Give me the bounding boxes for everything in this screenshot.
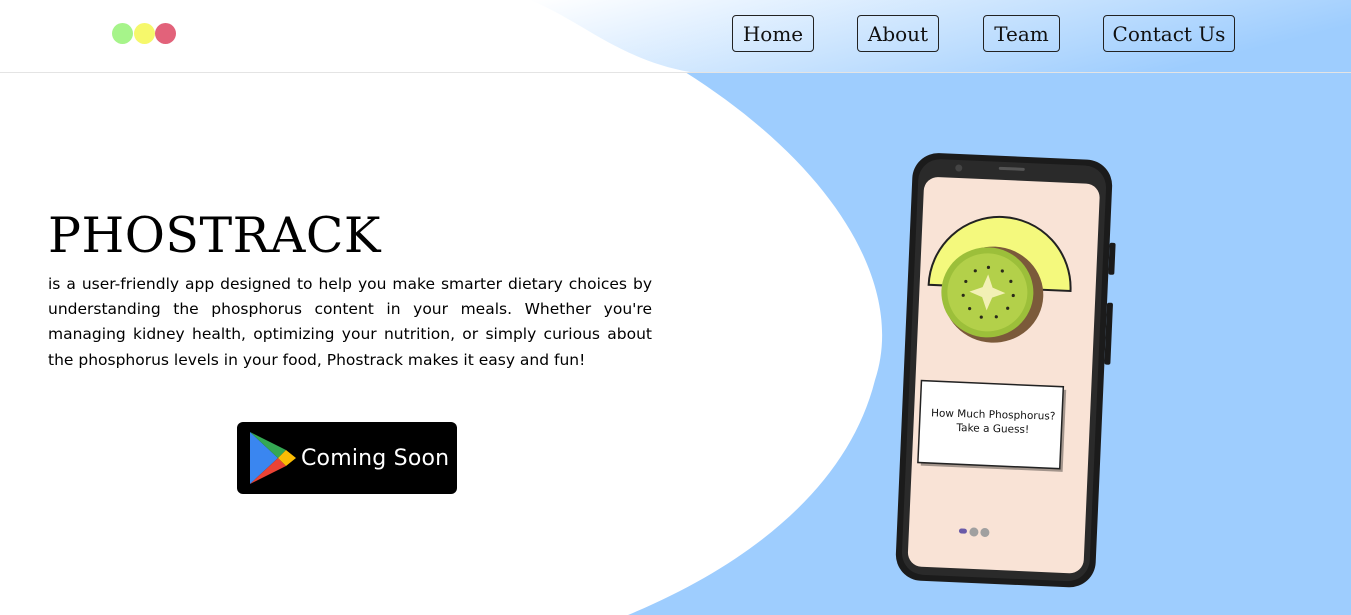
logo-dots: [112, 23, 177, 44]
nav-about-button[interactable]: About: [857, 15, 939, 52]
nav-contact-button[interactable]: Contact Us: [1103, 15, 1235, 52]
phone-quiz-card-text: How Much Phosphorus? Take a Guess!: [923, 406, 1064, 438]
hero-description: is a user-friendly app designed to help …: [48, 275, 652, 369]
coming-soon-label: Coming Soon: [301, 445, 450, 471]
header-divider: [0, 72, 1351, 73]
logo-dot-green: [112, 23, 133, 44]
nav-home-button[interactable]: Home: [732, 15, 814, 52]
hero-title: PHOSTRACK: [48, 207, 382, 264]
logo-dot-yellow: [133, 23, 155, 44]
nav-team-button[interactable]: Team: [983, 15, 1060, 52]
logo-dot-red: [155, 23, 176, 44]
google-play-icon: [250, 432, 296, 484]
coming-soon-button[interactable]: Coming Soon: [237, 422, 457, 494]
phone-mockup: [895, 153, 1116, 588]
